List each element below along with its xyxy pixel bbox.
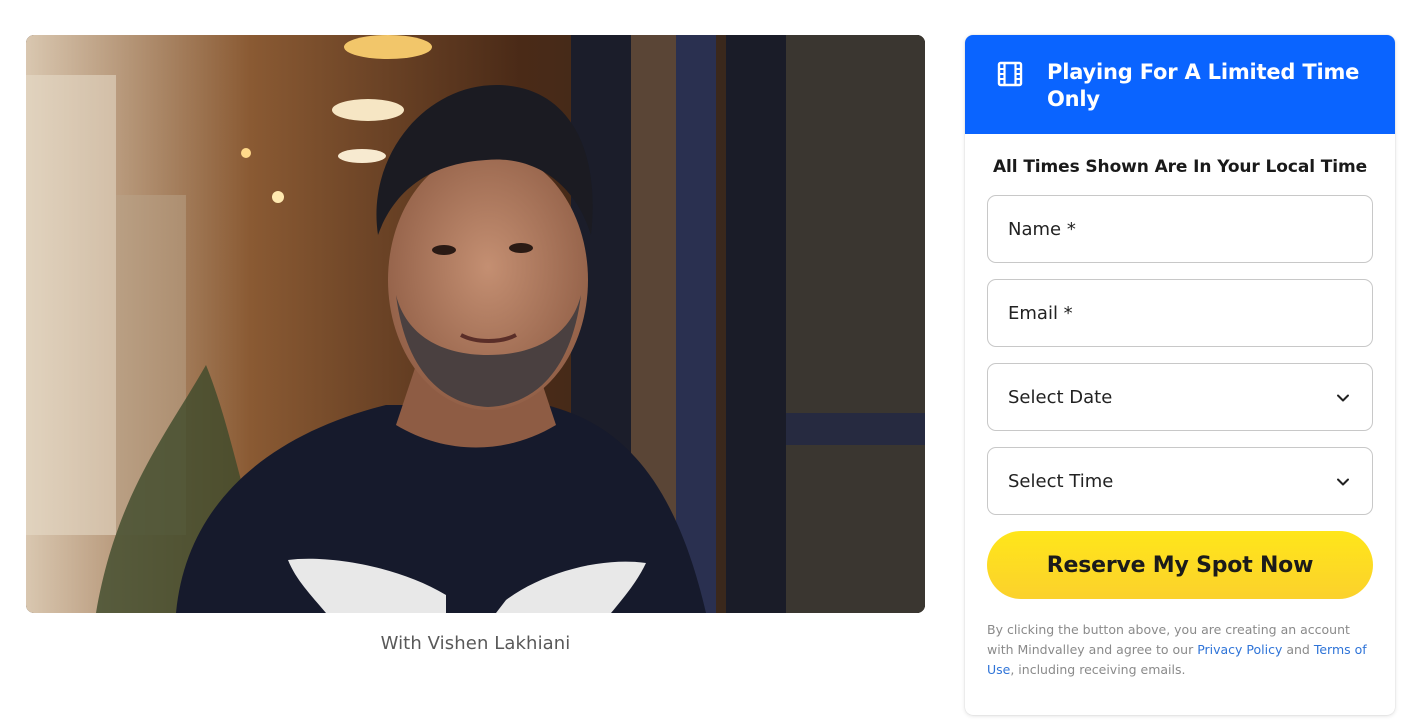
time-select[interactable]: Select Time (987, 447, 1373, 515)
email-input[interactable] (1008, 280, 1372, 346)
registration-card: Playing For A Limited Time Only All Time… (965, 35, 1395, 715)
privacy-policy-link[interactable]: Privacy Policy (1197, 642, 1282, 657)
registration-form: All Times Shown Are In Your Local Time S… (965, 157, 1395, 680)
hero-image (26, 35, 925, 613)
reserve-spot-button[interactable]: Reserve My Spot Now (987, 531, 1373, 599)
local-time-note: All Times Shown Are In Your Local Time (992, 157, 1368, 177)
film-icon (997, 61, 1023, 87)
host-caption: With Vishen Lakhiani (380, 633, 571, 654)
legal-notice: By clicking the button above, you are cr… (987, 620, 1373, 680)
legal-and-text: and (1282, 642, 1314, 657)
name-input[interactable] (1008, 196, 1372, 262)
chevron-down-icon (1337, 478, 1349, 486)
chevron-down-icon (1337, 394, 1349, 402)
card-header: Playing For A Limited Time Only (965, 35, 1395, 134)
name-field[interactable] (987, 195, 1373, 263)
time-select-value: Select Time (1008, 470, 1114, 492)
portrait-photo (26, 35, 925, 613)
date-select[interactable]: Select Date (987, 363, 1373, 431)
legal-text-after: , including receiving emails. (1010, 662, 1186, 677)
card-title: Playing For A Limited Time Only (1047, 60, 1360, 111)
date-select-value: Select Date (1008, 386, 1113, 408)
email-field[interactable] (987, 279, 1373, 347)
